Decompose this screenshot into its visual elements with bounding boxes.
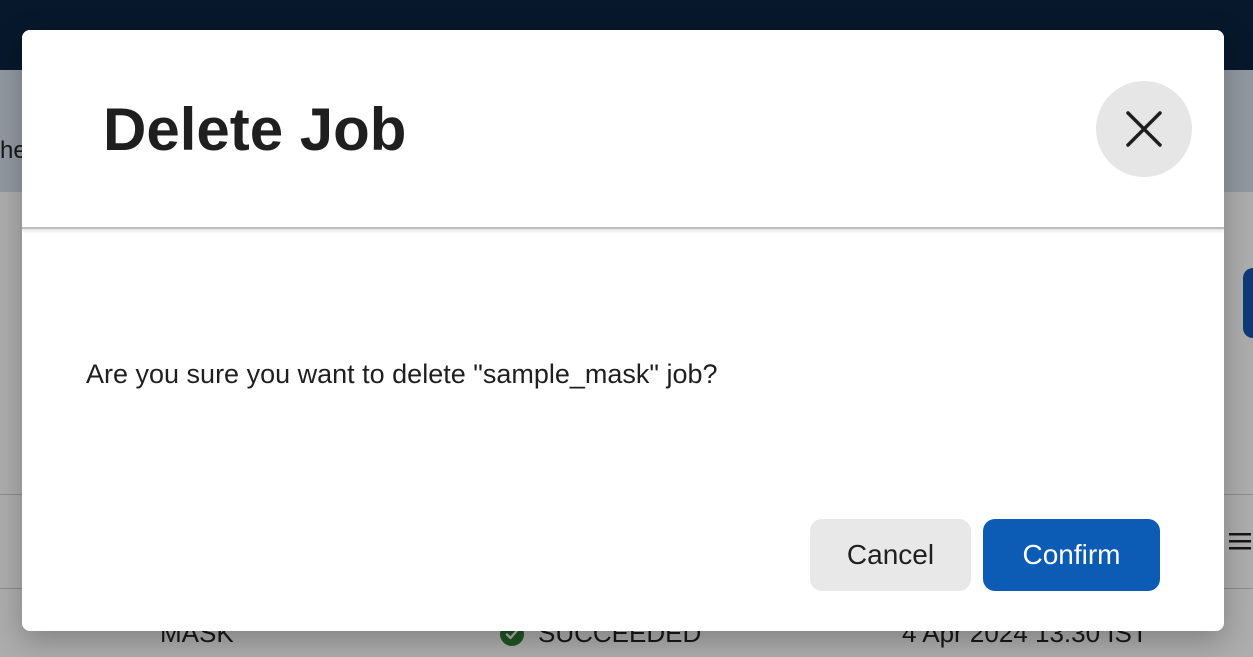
close-button[interactable] [1096, 81, 1192, 177]
dialog-message: Are you sure you want to delete "sample_… [86, 359, 718, 389]
page: he MASK SUCCEEDED 4 Apr 2024 13:30 IST D… [0, 0, 1253, 657]
delete-job-dialog: Delete Job Are you sure you want to dele… [22, 30, 1224, 631]
cancel-button[interactable]: Cancel [810, 519, 971, 591]
confirm-button[interactable]: Confirm [983, 519, 1160, 591]
close-icon [1124, 109, 1164, 149]
dialog-header: Delete Job [22, 30, 1224, 229]
dialog-title: Delete Job [103, 96, 407, 163]
